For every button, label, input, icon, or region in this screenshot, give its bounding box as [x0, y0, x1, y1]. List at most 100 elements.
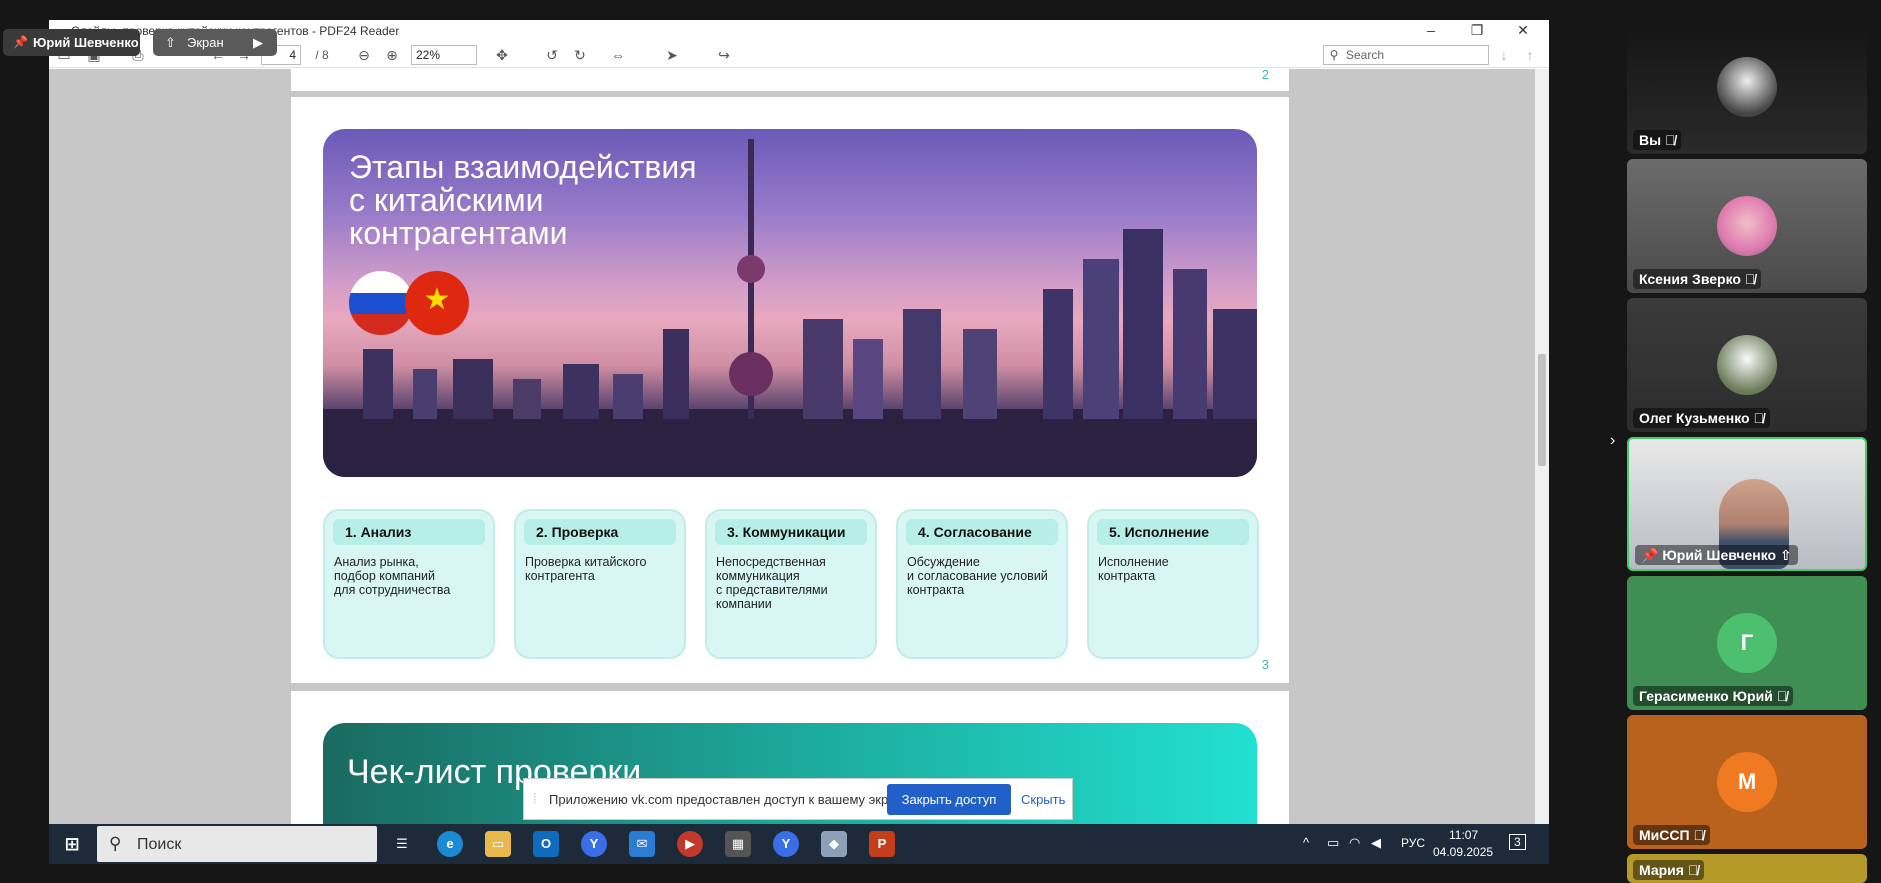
pdf-reader-window: Слайды_проверка китайских контрагентов -… — [49, 20, 1549, 824]
participant-name: МиССП 🎙̸ — [1633, 825, 1710, 845]
battery-icon[interactable]: ▭ — [1327, 835, 1339, 851]
start-icon[interactable]: ⊞ — [59, 831, 85, 857]
rotate-right-icon[interactable]: ↻ — [571, 46, 589, 64]
participant-name: Вы 🎙̸ — [1633, 130, 1682, 150]
explorer-icon[interactable]: ▭ — [485, 831, 511, 857]
taskbar-search-label: Поиск — [137, 836, 182, 853]
zoom-select[interactable]: 22% — [411, 45, 477, 65]
step-title: 3. Коммуникации — [715, 519, 867, 545]
pdf24-icon[interactable]: ◆ — [821, 831, 847, 857]
search-next-icon[interactable]: ↓ — [1497, 46, 1511, 64]
restore-icon[interactable]: ❐ — [1467, 22, 1487, 39]
presenter-pill[interactable]: 📌 Юрий Шевченко — [3, 29, 140, 56]
screen-pill[interactable]: ⇧ Экран ▶ — [153, 29, 277, 56]
participant-tile-active[interactable]: 📌 Юрий Шевченко ⇧ — [1627, 437, 1867, 571]
mail-icon[interactable]: ✉ — [629, 831, 655, 857]
participant-name: Герасименко Юрий 🎙̸ — [1633, 686, 1794, 706]
participant-tile[interactable]: М МиССП 🎙̸ — [1627, 715, 1867, 849]
drag-handle-icon[interactable]: ⁞ — [533, 791, 537, 806]
step-body: Проверка китайского контрагента — [525, 555, 647, 583]
participant-name: 📌 Юрий Шевченко ⇧ — [1635, 545, 1798, 565]
step-body: Исполнение контракта — [1098, 555, 1169, 583]
task-view-icon[interactable]: ☰ — [389, 831, 415, 857]
yandex-browser-icon[interactable]: Y — [773, 831, 799, 857]
participant-name: Ксения Зверко 🎙̸ — [1633, 269, 1762, 289]
close-icon[interactable]: ✕ — [1513, 22, 1533, 39]
participant-tile[interactable]: Олег Кузьменко 🎙̸ — [1627, 298, 1867, 432]
minimize-icon[interactable]: – — [1421, 22, 1441, 38]
mic-off-icon: 🎙̸ — [1687, 862, 1699, 878]
yandex-icon[interactable]: Y — [581, 831, 607, 857]
camera-icon: ▶ — [253, 35, 263, 50]
zoom-out-icon[interactable]: ⊖ — [355, 46, 373, 64]
search-input[interactable]: Search — [1323, 45, 1489, 65]
avatar — [1717, 196, 1777, 256]
language-indicator[interactable]: РУС — [1401, 836, 1425, 850]
taskbar-search[interactable]: ⚲ Поиск — [97, 826, 377, 862]
screen-share-notice: ⁞ Приложению vk.com предоставлен доступ … — [523, 778, 1073, 820]
hide-notice-link[interactable]: Скрыть — [1021, 792, 1065, 807]
page-total: / 8 — [315, 48, 329, 62]
notifications-icon[interactable]: 3 — [1509, 834, 1526, 850]
mic-off-icon: 🎙̸ — [1693, 827, 1704, 843]
russia-flag-icon — [349, 271, 413, 335]
page-3-number: 3 — [1261, 657, 1269, 672]
select-tool-icon[interactable]: ➤ — [663, 46, 681, 64]
participant-name: Мария 🎙̸ — [1633, 860, 1705, 880]
clock-time[interactable]: 11:07 — [1449, 828, 1478, 842]
step-body: Анализ рынка, подбор компаний для сотруд… — [334, 555, 451, 597]
step-title: 2. Проверка — [524, 519, 676, 545]
stop-sharing-button[interactable]: Закрыть доступ — [887, 784, 1011, 815]
vertical-scrollbar[interactable] — [1535, 69, 1549, 824]
media-icon[interactable]: ▶ — [677, 831, 703, 857]
scroll-thumb[interactable] — [1538, 354, 1546, 466]
collapse-panel-chevron-icon[interactable]: › — [1610, 432, 1615, 450]
pin-icon: 📌 — [13, 35, 28, 49]
mic-off-icon: 🎙̸ — [1753, 410, 1765, 426]
windows-taskbar: ⊞ ⚲ Поиск ☰ e ▭ O Y ✉ ▶ ▦ Y ◆ P ^ ▭ ◠ ◀ … — [49, 824, 1549, 864]
document-viewer[interactable]: 2 Этапы взаимодействия с китайскими конт… — [49, 69, 1549, 824]
pan-icon[interactable]: ✥ — [493, 46, 511, 64]
screen-share-icon: ⇧ — [1779, 547, 1792, 563]
volume-icon[interactable]: ◀ — [1371, 835, 1381, 851]
tray-chevron-icon[interactable]: ^ — [1303, 835, 1309, 850]
step-card-communication: 3. Коммуникации Непосредственная коммуни… — [705, 509, 877, 659]
fit-width-icon[interactable]: ⇔ — [609, 46, 627, 64]
page-3: Этапы взаимодействия с китайскими контра… — [291, 97, 1289, 683]
mic-off-icon: 🎙̸ — [1776, 688, 1788, 704]
search-prev-icon[interactable]: ↑ — [1523, 46, 1537, 64]
wifi-icon[interactable]: ◠ — [1349, 835, 1360, 851]
step-title: 5. Исполнение — [1097, 519, 1249, 545]
share-icon[interactable]: ↪ — [715, 46, 733, 64]
avatar — [1717, 335, 1777, 395]
outlook-icon[interactable]: O — [533, 831, 559, 857]
page-2-number: 2 — [1261, 69, 1269, 82]
page-2: 2 — [291, 69, 1289, 91]
participants-panel: Вы 🎙̸ Ксения Зверко 🎙̸ Олег Кузьменко 🎙̸… — [1627, 20, 1867, 883]
calculator-icon[interactable]: ▦ — [725, 831, 751, 857]
step-title: 4. Согласование — [906, 519, 1058, 545]
participant-tile[interactable]: Мария 🎙̸ — [1627, 854, 1867, 883]
rotate-left-icon[interactable]: ↺ — [543, 46, 561, 64]
shared-screen: Слайды_проверка китайских контрагентов -… — [49, 20, 1549, 864]
notice-message: Приложению vk.com предоставлен доступ к … — [549, 792, 912, 807]
participant-tile[interactable]: Ксения Зверко 🎙̸ — [1627, 159, 1867, 293]
avatar-initial: М — [1717, 752, 1777, 812]
china-flag-icon: ★ — [405, 271, 469, 335]
screen-label: Экран — [187, 35, 224, 50]
step-card-execution: 5. Исполнение Исполнение контракта — [1087, 509, 1259, 659]
step-body: Обсуждение и согласование условий контра… — [907, 555, 1048, 597]
hero-title: Этапы взаимодействия с китайскими контра… — [349, 149, 697, 251]
edge-icon[interactable]: e — [437, 831, 463, 857]
step-card-analysis: 1. Анализ Анализ рынка, подбор компаний … — [323, 509, 495, 659]
participant-tile[interactable]: Вы 🎙̸ — [1627, 20, 1867, 154]
powerpoint-icon[interactable]: P — [869, 831, 895, 857]
avatar — [1717, 57, 1777, 117]
step-card-agreement: 4. Согласование Обсуждение и согласовани… — [896, 509, 1068, 659]
participant-tile[interactable]: Г Герасименко Юрий 🎙̸ — [1627, 576, 1867, 710]
clock-date[interactable]: 04.09.2025 — [1433, 845, 1493, 859]
mic-off-icon: 🎙̸ — [1744, 271, 1756, 287]
presenter-name: Юрий Шевченко — [33, 35, 139, 50]
zoom-in-icon[interactable]: ⊕ — [383, 46, 401, 64]
screen-share-icon: ⇧ — [165, 35, 176, 50]
